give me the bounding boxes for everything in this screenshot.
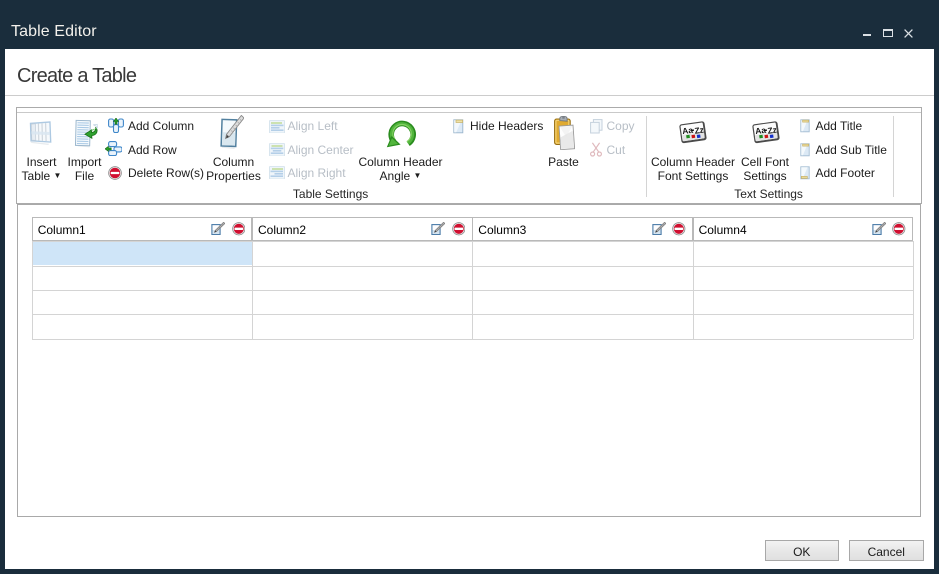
svg-text:Zz: Zz <box>766 124 777 135</box>
svg-text:Zz: Zz <box>694 124 705 135</box>
